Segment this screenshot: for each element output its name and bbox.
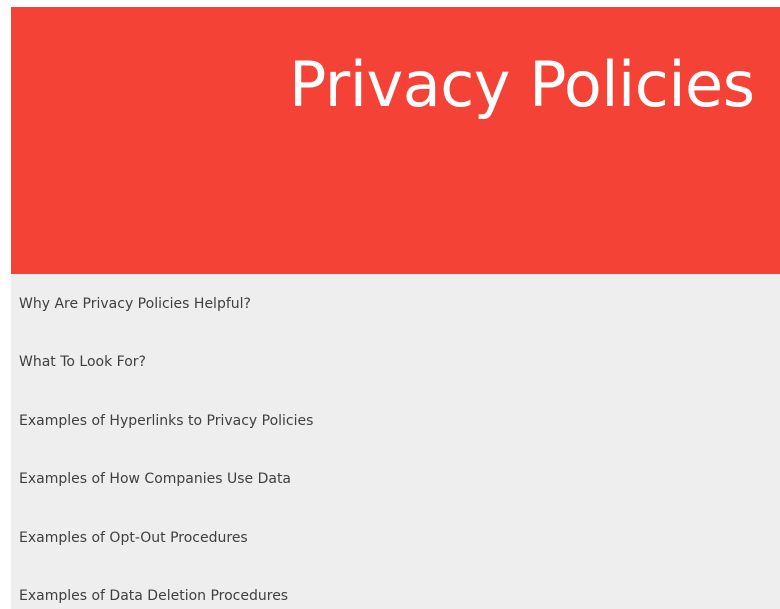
link-opt-out-examples[interactable]: Examples of Opt-Out Procedures	[19, 525, 248, 551]
link-company-data-use-examples[interactable]: Examples of How Companies Use Data	[19, 466, 291, 492]
page-title: Privacy Policies	[289, 48, 755, 121]
section-links-list: Why Are Privacy Policies Helpful? What T…	[11, 274, 780, 609]
page: Privacy Policies Why Are Privacy Policie…	[11, 7, 780, 609]
hero-banner: Privacy Policies	[11, 7, 780, 274]
link-hyperlinks-examples[interactable]: Examples of Hyperlinks to Privacy Polici…	[19, 408, 313, 434]
link-what-to-look-for[interactable]: What To Look For?	[19, 349, 146, 375]
link-why-privacy-policies-helpful[interactable]: Why Are Privacy Policies Helpful?	[19, 291, 251, 317]
link-data-deletion-examples[interactable]: Examples of Data Deletion Procedures	[19, 583, 288, 609]
